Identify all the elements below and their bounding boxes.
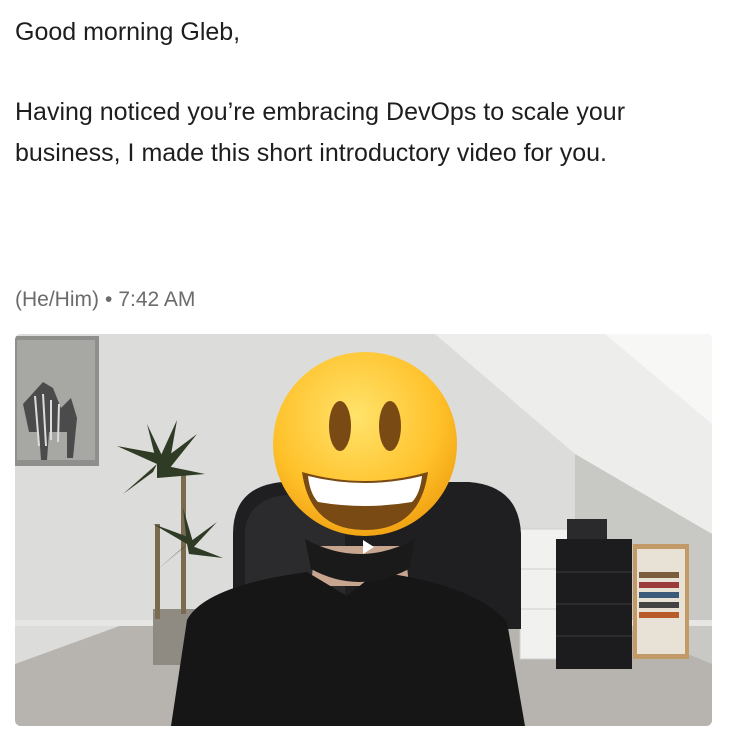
video-frame: [15, 334, 712, 726]
drawer-unit: [556, 519, 632, 669]
wall-picture: [15, 336, 99, 466]
message-paragraph: Having noticed you’re embracing DevOps t…: [15, 98, 626, 167]
meta-separator: •: [105, 288, 113, 311]
message-meta: (He/Him) • 7:42 AM: [15, 285, 195, 315]
message-body: Good morning Gleb, Having noticed you’re…: [15, 12, 720, 174]
grinning-emoji: [273, 352, 457, 536]
play-icon[interactable]: [360, 539, 376, 555]
greeting-text: Good morning Gleb,: [15, 18, 241, 46]
sender-pronouns: (He/Him): [15, 288, 99, 311]
bookshelf: [633, 544, 689, 659]
video-thumbnail[interactable]: [15, 334, 712, 726]
message-time: 7:42 AM: [118, 288, 196, 311]
